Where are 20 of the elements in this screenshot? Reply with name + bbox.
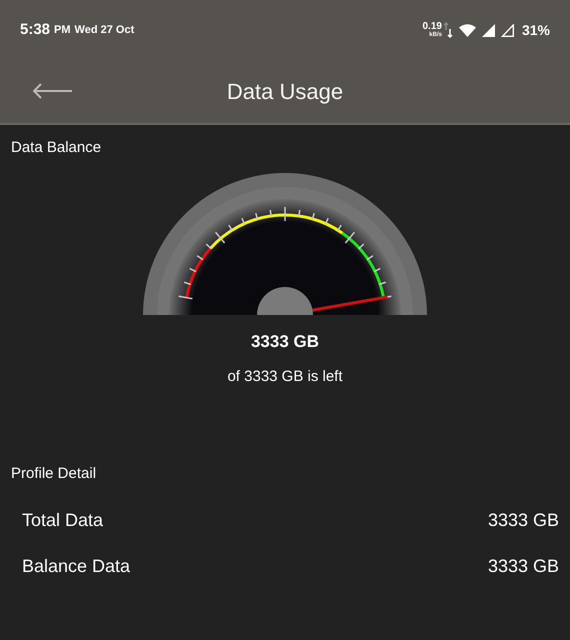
- section-heading: Data Balance: [10, 138, 102, 158]
- section-heading: Profile Detail: [10, 464, 98, 484]
- signal-icon: [500, 24, 514, 36]
- screen-title: Data Usage: [226, 78, 344, 106]
- balance-caption: of 3333 GB is left: [226, 367, 344, 387]
- status-ampm: PM: [54, 22, 71, 38]
- gauge-hub: [257, 286, 313, 314]
- detail-label: Balance Data: [22, 554, 130, 578]
- signal-icon: [482, 24, 495, 36]
- status-time: 5:38: [20, 20, 50, 40]
- battery-level: 31%: [522, 20, 550, 40]
- back-arrow-icon[interactable]: [33, 83, 73, 99]
- network-speed: 0.19: [422, 22, 442, 32]
- data-arrows-icon: [444, 22, 453, 38]
- detail-value: 3333 GB: [488, 554, 559, 578]
- status-date: Wed 27 Oct: [74, 22, 134, 38]
- wifi-icon: [458, 24, 476, 36]
- detail-value: 3333 GB: [488, 508, 559, 532]
- balance-amount: 3333 GB: [250, 330, 320, 352]
- detail-label: Total Data: [22, 508, 104, 532]
